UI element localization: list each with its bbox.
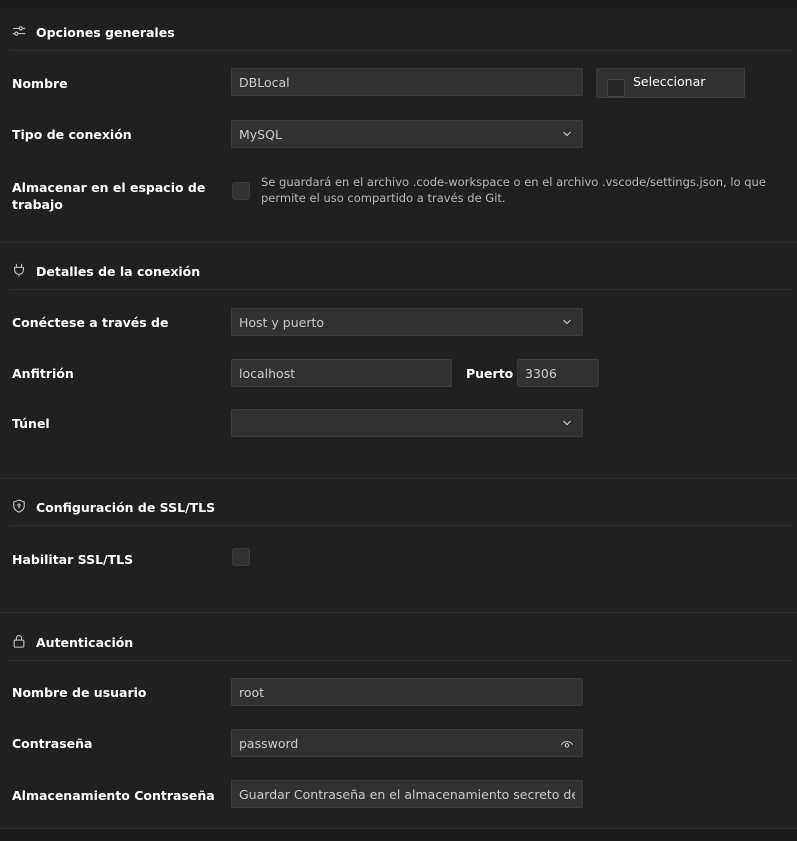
chevron-down-icon	[563, 420, 571, 426]
host-label: Anfitrión	[12, 366, 74, 381]
eye-icon[interactable]	[560, 737, 574, 751]
connection-details-section: Detalles de la conexión Conéctese a trav…	[0, 243, 797, 479]
chevron-down-icon	[563, 131, 571, 137]
tunnel-label: Túnel	[12, 416, 50, 431]
ssl-header: Configuración de SSL/TLS	[12, 499, 215, 516]
port-label: Puerto	[466, 366, 514, 381]
enable-ssl-label: Habilitar SSL/TLS	[12, 552, 134, 567]
divider	[10, 289, 792, 290]
workspace-label-line2: trabajo	[12, 197, 63, 212]
section-title: Detalles de la conexión	[36, 264, 201, 279]
connect-via-select[interactable]: Host y puerto	[231, 308, 583, 336]
conn-type-value: MySQL	[239, 126, 282, 142]
select-button[interactable]: Seleccionar	[596, 68, 745, 98]
divider	[10, 525, 792, 526]
top-strip	[0, 0, 797, 8]
name-label: Nombre	[12, 76, 68, 91]
storage-label: Almacenamiento Contraseña	[12, 788, 215, 803]
connect-via-value: Host y puerto	[239, 314, 325, 330]
section-title: Configuración de SSL/TLS	[36, 500, 216, 515]
plug-icon	[12, 263, 26, 280]
sliders-icon	[12, 24, 26, 41]
workspace-checkbox[interactable]	[232, 182, 250, 200]
section-title: Autenticación	[36, 635, 134, 650]
tunnel-select[interactable]	[231, 409, 583, 437]
name-input[interactable]	[231, 68, 583, 96]
connection-details-header: Detalles de la conexión	[12, 263, 200, 280]
port-input[interactable]	[517, 359, 599, 387]
auth-section: Autenticación Nombre de usuario Contrase…	[0, 613, 797, 829]
auth-header: Autenticación	[12, 634, 133, 651]
workspace-label: Almacenar en el espacio de trabajo	[12, 179, 205, 213]
storage-select[interactable]	[231, 780, 583, 808]
username-label: Nombre de usuario	[12, 685, 147, 700]
host-input[interactable]	[231, 359, 452, 387]
divider	[10, 50, 792, 51]
workspace-label-line1: Almacenar en el espacio de	[12, 180, 206, 195]
select-button-label: Seleccionar	[633, 74, 706, 89]
connect-via-label: Conéctese a través de	[12, 315, 169, 330]
workspace-note: Se guardará en el archivo .code-workspac…	[261, 175, 766, 205]
password-input[interactable]: password	[231, 729, 583, 757]
chevron-down-icon	[563, 319, 571, 325]
section-title: Opciones generales	[36, 25, 175, 40]
conn-type-label: Tipo de conexión	[12, 127, 132, 142]
conn-type-select[interactable]: MySQL	[231, 120, 583, 148]
general-options-header: Opciones generales	[12, 24, 175, 41]
username-input[interactable]	[231, 678, 583, 706]
select-checkbox[interactable]	[607, 79, 625, 97]
divider	[10, 660, 792, 661]
bottom-strip	[0, 829, 797, 841]
password-value: password	[239, 735, 299, 751]
enable-ssl-checkbox[interactable]	[232, 548, 250, 566]
lock-icon	[12, 634, 26, 651]
general-options-section: Opciones generales Nombre Seleccionar Ti…	[0, 8, 797, 243]
password-label: Contraseña	[12, 736, 93, 751]
shield-icon	[12, 499, 26, 516]
ssl-section: Configuración de SSL/TLS Habilitar SSL/T…	[0, 479, 797, 613]
